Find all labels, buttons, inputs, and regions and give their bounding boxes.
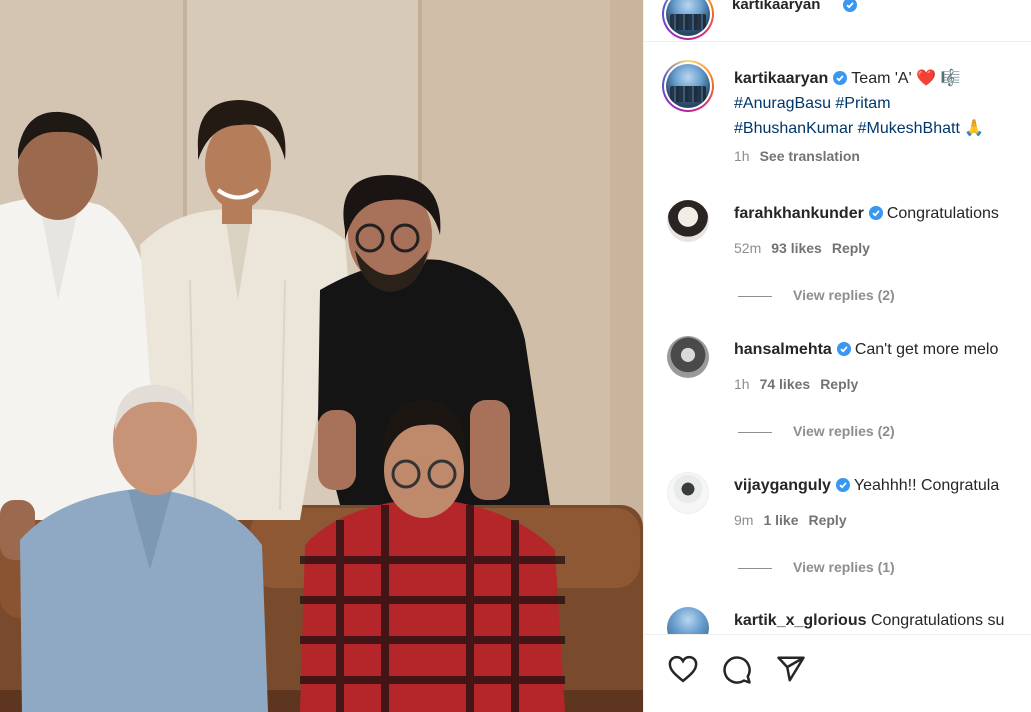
reply-button[interactable]: Reply [808, 512, 846, 528]
post-actions-bar [644, 634, 1031, 712]
verified-badge-icon [835, 478, 850, 492]
comment-username[interactable]: farahkhankunder [734, 205, 864, 222]
commenter-avatar[interactable] [667, 200, 709, 242]
caption-text: Team 'A' ❤️ 🎼 [851, 70, 961, 87]
share-icon[interactable] [776, 655, 806, 683]
verified-badge-icon [843, 0, 857, 12]
comment: hansalmehta Can't get more melo [734, 341, 998, 359]
group-photo [0, 0, 643, 712]
post-photo[interactable] [0, 0, 643, 712]
comment: vijayganguly Yeahhh!! Congratula [734, 477, 999, 495]
comment-likes[interactable]: 74 likes [760, 376, 811, 392]
post-header: kartikaaryan [644, 0, 1031, 42]
comment-text: Yeahhh!! Congratula [853, 477, 1000, 494]
comment-likes[interactable]: 1 like [763, 512, 798, 528]
comments-panel: kartikaaryan kartikaaryan Team 'A' ❤️ 🎼 #… [643, 0, 1031, 712]
comment: kartik_x_glorious Congratulations su [734, 612, 1004, 630]
verified-badge-icon [833, 71, 848, 85]
reply-button[interactable]: Reply [820, 376, 858, 392]
view-replies-button[interactable]: View replies (2) [738, 287, 895, 303]
comment-time: 9m [734, 512, 754, 528]
caption-avatar[interactable] [662, 60, 714, 112]
author-username[interactable]: kartikaaryan [732, 0, 820, 13]
author-avatar[interactable] [662, 0, 714, 40]
caption-hashtags[interactable]: #AnuragBasu #Pritam [734, 91, 1031, 116]
caption-meta: 1h See translation [734, 148, 860, 164]
verified-badge-icon [868, 206, 883, 220]
commenter-avatar[interactable] [667, 336, 709, 378]
caption-hashtags[interactable]: #BhushanKumar #MukeshBhatt 🙏 [734, 116, 1031, 141]
post-caption: kartikaaryan Team 'A' ❤️ 🎼 #AnuragBasu #P… [734, 66, 1031, 141]
reply-button[interactable]: Reply [832, 240, 870, 256]
comment-username[interactable]: kartik_x_glorious [734, 612, 867, 629]
caption-username[interactable]: kartikaaryan [734, 70, 828, 87]
see-translation-link[interactable]: See translation [760, 148, 860, 164]
comment-icon[interactable] [722, 655, 752, 685]
verified-badge-icon [836, 342, 851, 356]
comment-likes[interactable]: 93 likes [771, 240, 822, 256]
view-replies-button[interactable]: View replies (1) [738, 559, 895, 575]
comment-text: Congratulations su [870, 612, 1005, 629]
comment-username[interactable]: vijayganguly [734, 477, 831, 494]
comment-meta: 52m 93 likes Reply [734, 240, 870, 256]
comment: farahkhankunder Congratulations [734, 205, 999, 223]
comment-time: 52m [734, 240, 762, 256]
comment-text: Congratulations [886, 205, 999, 222]
comment-meta: 9m 1 like Reply [734, 512, 847, 528]
heart-icon[interactable] [668, 655, 698, 683]
comment-meta: 1h 74 likes Reply [734, 376, 858, 392]
post-time: 1h [734, 148, 750, 164]
comment-text: Can't get more melo [854, 341, 999, 358]
commenter-avatar[interactable] [667, 472, 709, 514]
comment-username[interactable]: hansalmehta [734, 341, 832, 358]
comment-time: 1h [734, 376, 750, 392]
view-replies-button[interactable]: View replies (2) [738, 423, 895, 439]
